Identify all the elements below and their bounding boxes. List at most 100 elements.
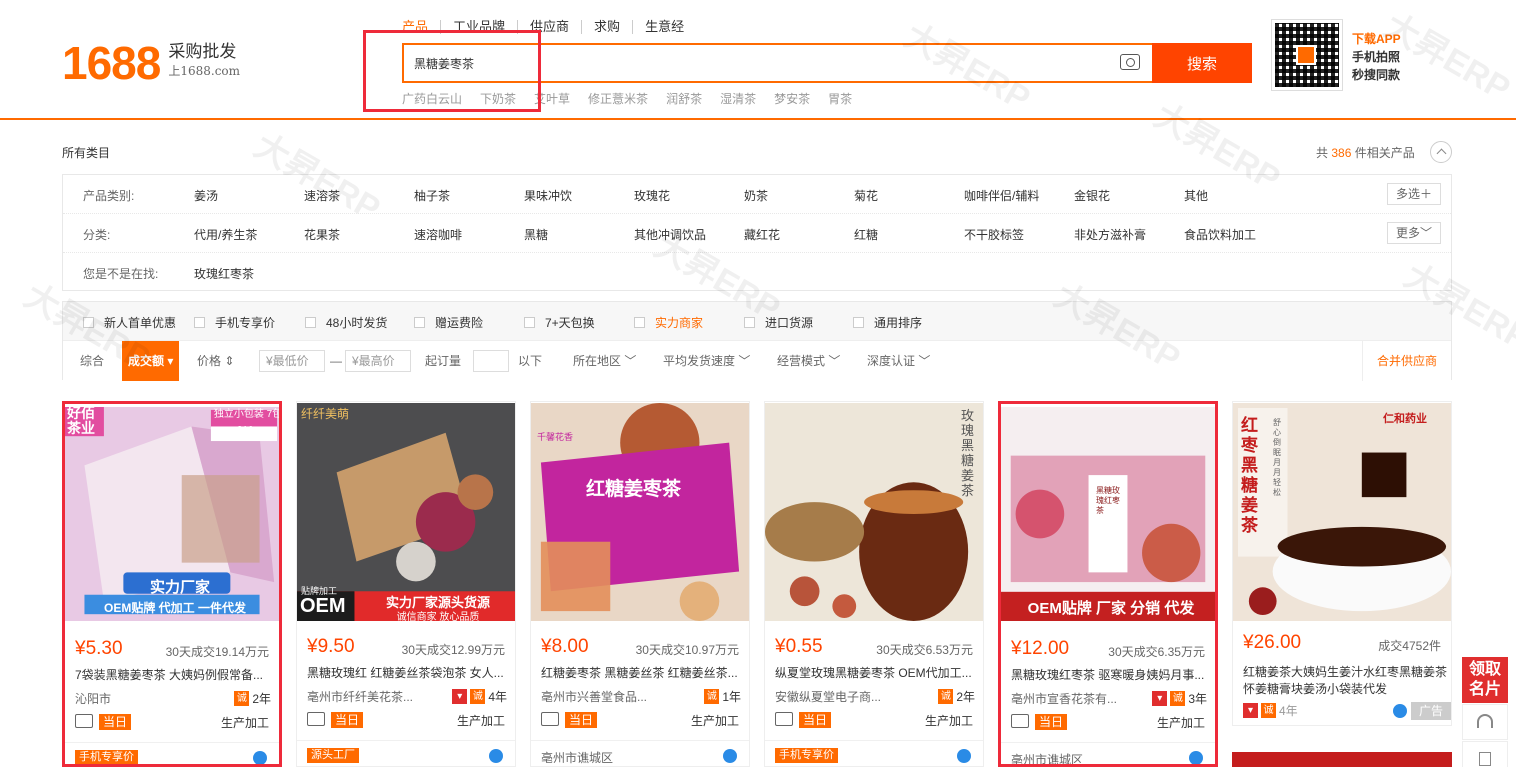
seller-name[interactable]: 亳州市纤纤美花茶... bbox=[307, 688, 413, 705]
filter-checkbox[interactable]: 新人首单优惠 bbox=[83, 314, 176, 331]
category-item[interactable]: 花果茶 bbox=[304, 226, 340, 243]
collapse-icon[interactable] bbox=[1430, 141, 1452, 163]
product-card[interactable]: 好佰茶业 独立小包装 7包210g 实力厂家 OEM贴牌 代加工 一件代发 ¥5… bbox=[62, 401, 282, 767]
sort-price[interactable]: 价格 ⇕ bbox=[197, 341, 234, 381]
category-row-suggest: 您是不是在找: 玫瑰红枣茶 bbox=[63, 253, 1451, 292]
sort-row: 综合 成交额 ▾ 价格 ⇕ ¥最低价 — ¥最高价 起订量 以下 所在地区 ﹀ … bbox=[63, 340, 1451, 381]
same-day-badge: 当日 bbox=[1035, 714, 1068, 730]
promo-tag: 手机专享价 bbox=[775, 748, 838, 763]
chat-icon[interactable] bbox=[1393, 704, 1407, 718]
tab-business[interactable]: 生意经 bbox=[632, 20, 696, 34]
category-item[interactable]: 奶茶 bbox=[744, 187, 768, 204]
max-price-input[interactable]: ¥最高价 bbox=[345, 350, 411, 372]
product-price: ¥5.30 bbox=[75, 638, 123, 659]
category-item[interactable]: 代用/养生茶 bbox=[194, 226, 257, 243]
product-card[interactable]: 玫瑰黑糖姜茶 ¥0.55 30天成交6.53万元 纵夏堂玫瑰黑糖姜枣茶 OEM代… bbox=[764, 401, 984, 767]
product-title[interactable]: 纵夏堂玫瑰黑糖姜枣茶 OEM代加工... bbox=[775, 664, 975, 681]
merge-suppliers-button[interactable]: 合并供应商 bbox=[1361, 341, 1451, 381]
chat-icon[interactable] bbox=[1189, 751, 1203, 764]
app-download-text[interactable]: 下载APP 手机拍照 秒搜同款 bbox=[1352, 30, 1401, 84]
hot-word[interactable]: 梦安茶 bbox=[774, 90, 810, 107]
category-item[interactable]: 食品饮料加工 bbox=[1184, 226, 1256, 243]
feedback-button[interactable] bbox=[1462, 741, 1508, 767]
product-title[interactable]: 黑糖玫瑰红枣茶 驱寒暖身姨妈月事... bbox=[1011, 666, 1211, 683]
filter-checkbox[interactable]: 赠运费险 bbox=[414, 314, 483, 331]
cheng-badge-icon: 诚 bbox=[704, 689, 720, 704]
chat-icon[interactable] bbox=[253, 751, 267, 764]
category-item[interactable]: 不干胶标签 bbox=[964, 226, 1024, 243]
product-card[interactable]: 纤纤美萌 贴牌加工 OEM 实力厂家源头货源 诚信商家 放心品质 ¥9.50 3… bbox=[296, 401, 516, 767]
product-image[interactable] bbox=[1233, 402, 1451, 622]
product-sales: 30天成交6.35万元 bbox=[1108, 645, 1205, 659]
category-item[interactable]: 姜汤 bbox=[194, 187, 218, 204]
price-dash: — bbox=[330, 354, 342, 368]
logo-number: 1688 bbox=[62, 37, 161, 89]
category-item[interactable]: 其他 bbox=[1184, 187, 1208, 204]
suggestion-item[interactable]: 玫瑰红枣茶 bbox=[194, 265, 254, 282]
product-title[interactable]: 7袋装黑糖姜枣茶 大姨妈例假常备... bbox=[75, 666, 275, 683]
seller-name[interactable]: 亳州市宣香花茶有... bbox=[1011, 690, 1117, 707]
filter-checkbox[interactable]: 7+天包换 bbox=[524, 314, 595, 331]
category-item[interactable]: 藏红花 bbox=[744, 226, 780, 243]
tab-buying[interactable]: 求购 bbox=[581, 20, 632, 34]
header: 1688 采购批发 上1688.com 产品 工业品牌 供应商 求购 生意经 搜… bbox=[0, 0, 1516, 120]
filter-checkbox[interactable]: 手机专享价 bbox=[194, 314, 275, 331]
seller-name[interactable]: 亳州市兴善堂食品... bbox=[541, 688, 647, 705]
cert-dropdown[interactable]: 深度认证 ﹀ bbox=[867, 341, 930, 381]
product-title[interactable]: 黑糖玫瑰红 红糖姜丝茶袋泡茶 女人... bbox=[307, 664, 507, 681]
img-tagline: OEM贴牌 代加工 一件代发 bbox=[103, 601, 246, 615]
ship-speed-dropdown[interactable]: 平均发货速度 ﹀ bbox=[663, 341, 750, 381]
search-button[interactable]: 搜索 bbox=[1152, 43, 1252, 83]
region-dropdown[interactable]: 所在地区 ﹀ bbox=[573, 341, 636, 381]
category-item[interactable]: 金银花 bbox=[1074, 187, 1110, 204]
member-years: 诚 1年 bbox=[704, 688, 741, 705]
breadcrumb[interactable]: 所有类目 bbox=[62, 144, 110, 161]
customer-service-button[interactable] bbox=[1462, 704, 1508, 740]
hot-word[interactable]: 润舒茶 bbox=[666, 90, 702, 107]
product-card[interactable]: 千馨花香 红糖姜枣茶 ¥8.00 30天成交10.97万元 红糖姜枣茶 黑糖姜丝… bbox=[530, 401, 750, 767]
moq-input[interactable] bbox=[473, 350, 509, 372]
category-item[interactable]: 果味冲饮 bbox=[524, 187, 572, 204]
sort-turnover[interactable]: 成交额 ▾ bbox=[122, 341, 180, 381]
filter-checkbox[interactable]: 通用排序 bbox=[853, 314, 922, 331]
chat-icon[interactable] bbox=[957, 749, 971, 763]
filter-checkbox[interactable]: 48小时发货 bbox=[305, 314, 387, 331]
filter-checkbox[interactable]: 实力商家 bbox=[634, 314, 703, 331]
seller-name[interactable]: 沁阳市 bbox=[75, 690, 111, 707]
biz-mode-dropdown[interactable]: 经营模式 ﹀ bbox=[777, 341, 840, 381]
product-price: ¥0.55 bbox=[775, 636, 823, 657]
product-price: ¥12.00 bbox=[1011, 638, 1070, 659]
category-item[interactable]: 玫瑰花 bbox=[634, 187, 670, 204]
category-item[interactable]: 速溶咖啡 bbox=[414, 226, 462, 243]
camera-icon[interactable] bbox=[1120, 54, 1140, 70]
category-item[interactable]: 速溶茶 bbox=[304, 187, 340, 204]
min-price-input[interactable]: ¥最低价 bbox=[259, 350, 325, 372]
multi-select-button[interactable]: 多选＋ bbox=[1386, 183, 1441, 205]
product-card[interactable]: 黑糖玫瑰红枣茶 OEM贴牌 厂家 分销 代发 ¥12.00 30天成交6.35万… bbox=[998, 401, 1218, 767]
seller-name[interactable]: 安徽纵夏堂电子商... bbox=[775, 688, 881, 705]
cheng-badge-icon: 诚 bbox=[1261, 703, 1276, 718]
hot-word[interactable]: 胃茶 bbox=[828, 90, 852, 107]
category-item[interactable]: 黑糖 bbox=[524, 226, 548, 243]
filter-checkbox[interactable]: 进口货源 bbox=[744, 314, 813, 331]
sort-comprehensive[interactable]: 综合 bbox=[80, 341, 104, 381]
product-image[interactable] bbox=[765, 402, 983, 622]
product-title[interactable]: 红糖姜枣茶 黑糖姜丝茶 红糖姜丝茶... bbox=[541, 664, 741, 681]
category-item[interactable]: 菊花 bbox=[854, 187, 878, 204]
category-item[interactable]: 红糖 bbox=[854, 226, 878, 243]
member-years: ▾ 诚 4年 bbox=[452, 688, 507, 705]
product-card[interactable]: 红枣黑糖姜茶 舒心倒眠 月月轻松 仁和药业 ¥26.00 成交4752件 红糖姜… bbox=[1232, 401, 1452, 726]
hot-word[interactable]: 湿清茶 bbox=[720, 90, 756, 107]
biz-mode: 生产加工 bbox=[456, 714, 505, 728]
get-card-button[interactable]: 领取名片 bbox=[1462, 657, 1508, 703]
category-item[interactable]: 柚子茶 bbox=[414, 187, 450, 204]
chat-icon[interactable] bbox=[489, 749, 503, 763]
category-item[interactable]: 咖啡伴侣/辅料 bbox=[964, 187, 1039, 204]
category-item[interactable]: 其他冲调饮品 bbox=[634, 226, 706, 243]
hot-word[interactable]: 修正薏米茶 bbox=[588, 90, 648, 107]
site-logo[interactable]: 1688 采购批发 上1688.com bbox=[62, 38, 240, 88]
chat-icon[interactable] bbox=[723, 749, 737, 763]
product-title[interactable]: 红糖姜茶大姨妈生姜汁水红枣黑糖姜茶怀姜糖膏块姜汤小袋装代发 bbox=[1243, 664, 1448, 698]
more-button[interactable]: 更多﹀ bbox=[1386, 222, 1441, 244]
category-item[interactable]: 非处方滋补膏 bbox=[1074, 226, 1146, 243]
